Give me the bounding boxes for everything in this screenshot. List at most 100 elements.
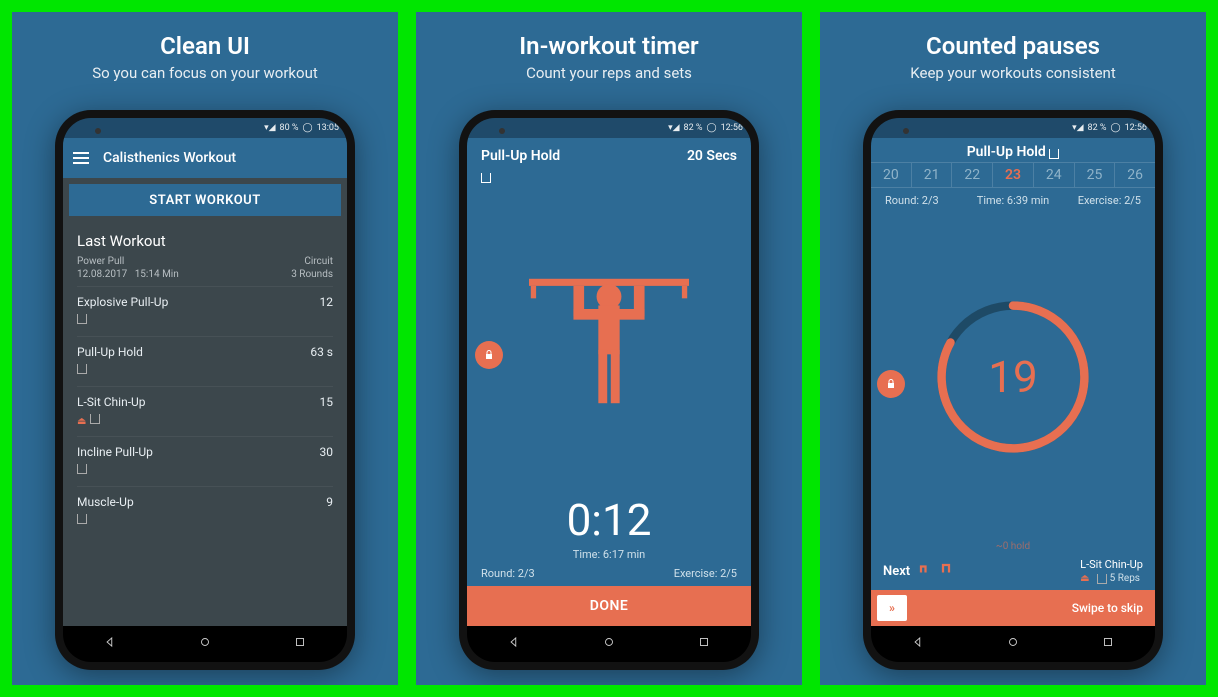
signal-icon: ▾◢ bbox=[668, 123, 679, 133]
phone-mock: ▾◢ 82 % ◯ 12:56 Pull-Up Hold 20 Secs bbox=[459, 110, 759, 670]
box-icon bbox=[77, 464, 87, 474]
rail-tick[interactable]: 21 bbox=[911, 163, 952, 187]
seconds-rail[interactable]: 20 21 22 23 24 25 26 bbox=[871, 162, 1155, 188]
panel-title: In-workout timer bbox=[519, 32, 698, 60]
battery-icon: ◯ bbox=[303, 123, 313, 133]
home-icon[interactable] bbox=[185, 635, 225, 653]
exercise-value: 30 bbox=[320, 445, 334, 459]
app-title: Calisthenics Workout bbox=[103, 150, 236, 166]
clock-text: 12:56 bbox=[721, 123, 743, 133]
exercise-name: Muscle-Up bbox=[77, 495, 134, 509]
rail-tick[interactable]: 25 bbox=[1074, 163, 1115, 187]
recent-icon[interactable] bbox=[280, 635, 320, 653]
next-reps: 5 Reps bbox=[1110, 573, 1140, 584]
workout-date: 12.08.2017 bbox=[77, 269, 127, 280]
timer-value: 0:12 bbox=[467, 494, 751, 546]
countdown-value: 19 bbox=[988, 351, 1037, 403]
workout-meta: Power Pull 12.08.2017 15:14 Min Circuit … bbox=[77, 256, 333, 280]
last-workout-heading: Last Workout bbox=[77, 232, 333, 250]
workout-name: Power Pull bbox=[77, 256, 179, 267]
round-count: Round: 2/3 bbox=[481, 567, 535, 580]
weight-icon: ⏏ bbox=[77, 416, 86, 427]
rail-tick[interactable]: 22 bbox=[951, 163, 992, 187]
done-button[interactable]: DONE bbox=[467, 586, 751, 626]
panel-subtitle: So you can focus on your workout bbox=[92, 64, 318, 82]
exercise-count: Exercise: 2/5 bbox=[1078, 194, 1141, 207]
lock-button[interactable] bbox=[877, 370, 905, 398]
recent-icon[interactable] bbox=[684, 635, 724, 653]
swipe-handle-icon[interactable]: » bbox=[877, 595, 907, 621]
list-item[interactable]: Pull-Up Hold 63 s bbox=[77, 336, 333, 386]
exercise-value: 63 s bbox=[310, 345, 333, 359]
battery-text: 82 % bbox=[1088, 123, 1107, 133]
start-workout-button[interactable]: START WORKOUT bbox=[69, 184, 341, 216]
android-nav bbox=[467, 626, 751, 662]
box-icon bbox=[90, 414, 100, 424]
workout-duration: 15:14 Min bbox=[135, 269, 179, 280]
home-icon[interactable] bbox=[589, 635, 629, 653]
exercise-count: Exercise: 2/5 bbox=[674, 567, 737, 580]
exercise-illustration bbox=[467, 187, 751, 494]
exercise-title: Pull-Up Hold bbox=[967, 144, 1046, 160]
panel-subtitle: Count your reps and sets bbox=[526, 64, 692, 82]
panel-title: Counted pauses bbox=[926, 32, 1100, 60]
app-bar: Calisthenics Workout bbox=[63, 138, 347, 178]
next-exercise-name: L-Sit Chin-Up bbox=[1080, 558, 1143, 571]
home-icon[interactable] bbox=[993, 635, 1033, 653]
menu-icon[interactable] bbox=[73, 152, 89, 164]
clock-text: 13:05 bbox=[317, 123, 339, 133]
elapsed-time: Time: 6:39 min bbox=[977, 194, 1049, 207]
last-workout-card: Last Workout Power Pull 12.08.2017 15:14… bbox=[63, 222, 347, 626]
signal-icon: ▾◢ bbox=[1072, 123, 1083, 133]
swipe-label: Swipe to skip bbox=[1072, 601, 1143, 615]
weight-icon: ⏏ bbox=[1080, 573, 1089, 584]
battery-icon: ◯ bbox=[1111, 123, 1121, 133]
android-nav bbox=[63, 626, 347, 662]
box-icon bbox=[77, 364, 87, 374]
back-icon[interactable] bbox=[90, 635, 130, 653]
swipe-to-skip[interactable]: » Swipe to skip bbox=[871, 590, 1155, 626]
box-icon bbox=[77, 514, 87, 524]
elapsed-time: Time: 6:17 min bbox=[467, 548, 751, 561]
list-item[interactable]: L-Sit Chin-Up ⏏ 15 bbox=[77, 386, 333, 436]
exercise-value: 12 bbox=[320, 295, 334, 309]
workout-rounds: 3 Rounds bbox=[291, 269, 333, 280]
lock-button[interactable] bbox=[475, 341, 503, 369]
signal-icon: ▾◢ bbox=[264, 123, 275, 133]
hold-note: ~0 hold bbox=[871, 541, 1155, 552]
box-icon bbox=[481, 173, 491, 183]
exercise-title: Pull-Up Hold bbox=[481, 148, 560, 164]
list-item[interactable]: Explosive Pull-Up 12 bbox=[77, 286, 333, 336]
exercise-value: 15 bbox=[320, 395, 334, 409]
box-icon bbox=[1049, 149, 1059, 159]
panel-timer: In-workout timer Count your reps and set… bbox=[416, 12, 802, 685]
next-exercise-row: Next L-Sit Chin-Up ⏏ 5 Reps bbox=[871, 552, 1155, 590]
exercise-name: Pull-Up Hold bbox=[77, 345, 143, 359]
panel-subtitle: Keep your workouts consistent bbox=[910, 64, 1115, 82]
battery-text: 80 % bbox=[280, 123, 299, 133]
exercise-duration: 20 Secs bbox=[687, 148, 737, 164]
box-icon bbox=[77, 314, 87, 324]
clock-text: 12:56 bbox=[1125, 123, 1147, 133]
back-icon[interactable] bbox=[898, 635, 938, 653]
box-icon bbox=[1097, 574, 1107, 584]
exercise-name: Explosive Pull-Up bbox=[77, 295, 168, 309]
back-icon[interactable] bbox=[494, 635, 534, 653]
list-item[interactable]: Muscle-Up 9 bbox=[77, 486, 333, 536]
rail-tick-current[interactable]: 23 bbox=[992, 163, 1033, 187]
recent-icon[interactable] bbox=[1088, 635, 1128, 653]
list-item[interactable]: Incline Pull-Up 30 bbox=[77, 436, 333, 486]
phone-mock: ▾◢ 82 % ◯ 12:56 Pull-Up Hold 20 21 22 23… bbox=[863, 110, 1163, 670]
exercise-name: L-Sit Chin-Up bbox=[77, 395, 146, 409]
rail-tick[interactable]: 24 bbox=[1033, 163, 1074, 187]
panel-title: Clean UI bbox=[160, 32, 250, 60]
exercise-name: Incline Pull-Up bbox=[77, 445, 153, 459]
rail-tick[interactable]: 26 bbox=[1114, 163, 1155, 187]
battery-text: 82 % bbox=[684, 123, 703, 133]
exercise-value: 9 bbox=[326, 495, 333, 509]
showcase-container: Clean UI So you can focus on your workou… bbox=[12, 12, 1206, 685]
battery-icon: ◯ bbox=[707, 123, 717, 133]
rail-tick[interactable]: 20 bbox=[871, 163, 911, 187]
panel-pauses: Counted pauses Keep your workouts consis… bbox=[820, 12, 1206, 685]
status-bar: ▾◢ 82 % ◯ 12:56 bbox=[467, 118, 751, 138]
